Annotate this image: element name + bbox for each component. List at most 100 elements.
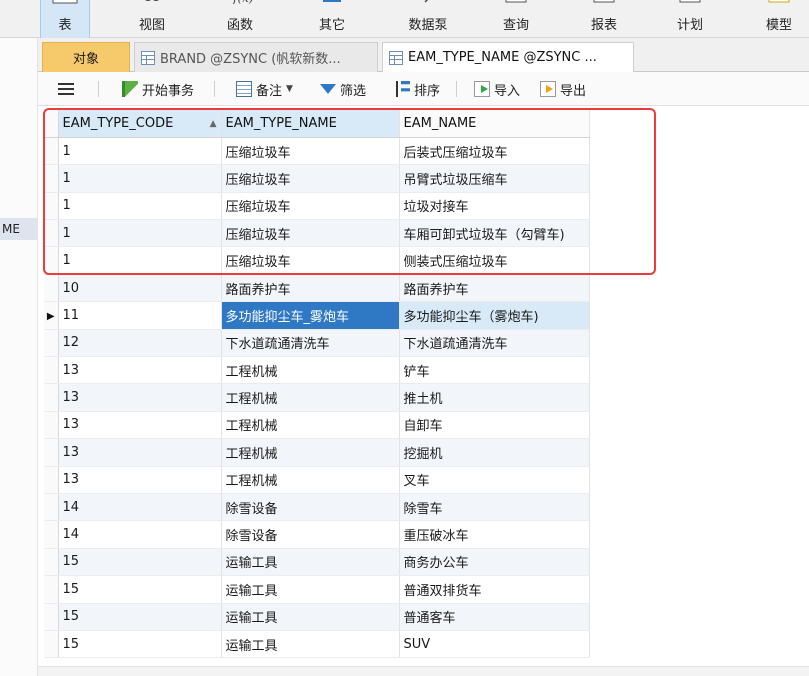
table-cell-eam-type-name[interactable]: 工程机械	[221, 383, 400, 412]
row-header[interactable]	[44, 329, 59, 358]
table-row[interactable]: 13 工程机械 铲车	[44, 356, 590, 385]
table-cell-eam-type-code[interactable]: 15	[58, 575, 222, 604]
sort-ascending-icon[interactable]: ▲	[210, 119, 217, 129]
table-cell-eam-type-name[interactable]: 运输工具	[221, 548, 400, 577]
row-header[interactable]	[44, 630, 59, 659]
table-cell-eam-type-code[interactable]: 1	[58, 164, 222, 193]
table-cell-eam-type-code[interactable]: 11	[58, 301, 222, 330]
table-cell-eam-type-name[interactable]: 运输工具	[221, 603, 400, 631]
ribbon-item-other[interactable]: 其它	[306, 0, 358, 38]
row-header[interactable]	[44, 356, 59, 385]
row-header[interactable]	[44, 137, 59, 166]
table-cell-eam-name[interactable]: 侧装式压缩垃圾车	[399, 246, 590, 275]
table-cell-eam-type-name[interactable]: 工程机械	[221, 466, 400, 494]
table-cell-eam-name[interactable]: 多功能抑尘车（雾炮车)	[399, 301, 590, 330]
table-cell-eam-name[interactable]: 商务办公车	[399, 548, 590, 577]
tab-objects[interactable]: 对象	[42, 42, 130, 72]
ribbon-item-table[interactable]: 表	[40, 0, 90, 38]
table-cell-eam-type-code[interactable]: 1	[58, 137, 222, 166]
table-cell-eam-name[interactable]: 铲车	[399, 356, 590, 385]
table-cell-eam-type-code[interactable]: 12	[58, 329, 222, 358]
table-cell-eam-type-name[interactable]: 除雪设备	[221, 493, 400, 522]
table-row[interactable]: 15 运输工具 SUV	[44, 630, 590, 659]
table-cell-eam-type-name[interactable]: 压缩垃圾车	[221, 219, 400, 248]
table-row[interactable]: 13 工程机械 自卸车	[44, 411, 590, 440]
table-cell-eam-type-code[interactable]: 15	[58, 548, 222, 577]
filter-button[interactable]: 筛选	[320, 72, 366, 106]
table-cell-eam-name[interactable]: 普通客车	[399, 603, 590, 631]
table-cell-eam-type-name[interactable]: 工程机械	[221, 411, 400, 440]
table-cell-eam-name[interactable]: 除雪车	[399, 493, 590, 522]
table-cell-eam-type-code[interactable]: 13	[58, 411, 222, 440]
row-header[interactable]	[44, 246, 59, 275]
table-cell-eam-type-name[interactable]: 下水道疏通清洗车	[221, 329, 400, 358]
menu-button[interactable]	[58, 72, 74, 106]
table-cell-eam-type-name[interactable]: 除雪设备	[221, 520, 400, 549]
table-cell-eam-type-code[interactable]: 1	[58, 246, 222, 275]
ribbon-item-query[interactable]: 查询	[490, 0, 542, 38]
ribbon-item-view[interactable]: 视图	[128, 0, 176, 38]
row-header[interactable]	[44, 603, 59, 631]
table-cell-eam-name[interactable]: 吊臂式垃圾压缩车	[399, 164, 590, 193]
table-cell-eam-type-code[interactable]: 10	[58, 274, 222, 303]
row-header[interactable]	[44, 219, 59, 248]
table-row[interactable]: 1 压缩垃圾车 吊臂式垃圾压缩车	[44, 164, 590, 193]
column-header-eam-type-code[interactable]: EAM_TYPE_CODE ▲	[58, 110, 222, 138]
table-row[interactable]: 12 下水道疏通清洗车 下水道疏通清洗车	[44, 329, 590, 358]
table-cell-eam-type-code[interactable]: 15	[58, 630, 222, 659]
table-row[interactable]: 14 除雪设备 除雪车	[44, 493, 590, 522]
begin-transaction-button[interactable]: 开始事务	[122, 72, 194, 106]
table-row[interactable]: 13 工程机械 挖掘机	[44, 438, 590, 467]
table-cell-eam-name[interactable]: 下水道疏通清洗车	[399, 329, 590, 358]
table-cell-eam-type-code[interactable]: 13	[58, 466, 222, 494]
table-cell-eam-type-code[interactable]: 15	[58, 603, 222, 631]
table-cell-eam-name[interactable]: 挖掘机	[399, 438, 590, 467]
export-button[interactable]: 导出	[540, 72, 586, 106]
row-header[interactable]	[44, 383, 59, 412]
table-cell-eam-type-name[interactable]: 压缩垃圾车	[221, 164, 400, 193]
table-row[interactable]: 1 压缩垃圾车 垃圾对接车	[44, 192, 590, 221]
row-header[interactable]	[44, 520, 59, 549]
table-row[interactable]: 15 运输工具 普通双排货车	[44, 575, 590, 604]
table-cell-eam-type-code[interactable]: 13	[58, 383, 222, 412]
table-cell-eam-type-name[interactable]: 运输工具	[221, 630, 400, 659]
ribbon-item-data-pump[interactable]: 数据泵	[398, 0, 458, 38]
ribbon-item-report[interactable]: 报表	[578, 0, 630, 38]
tab-brand-table[interactable]: BRAND @ZSYNC (帆软新数...	[134, 42, 378, 72]
navigation-selected-item[interactable]: ME	[0, 218, 38, 240]
row-header[interactable]	[44, 164, 59, 193]
table-cell-eam-type-name[interactable]: 压缩垃圾车	[221, 246, 400, 275]
ribbon-item-model[interactable]: 模型	[752, 0, 806, 38]
table-cell-eam-name[interactable]: 重压破冰车	[399, 520, 590, 549]
column-header-eam-type-name[interactable]: EAM_TYPE_NAME	[221, 110, 400, 138]
table-cell-eam-type-name[interactable]: 压缩垃圾车	[221, 192, 400, 221]
table-cell-eam-type-code[interactable]: 13	[58, 438, 222, 467]
table-row[interactable]: 1 压缩垃圾车 侧装式压缩垃圾车	[44, 246, 590, 275]
ribbon-item-schedule[interactable]: 计划	[664, 0, 716, 38]
table-cell-eam-name[interactable]: 普通双排货车	[399, 575, 590, 604]
table-cell-eam-type-name[interactable]: 工程机械	[221, 356, 400, 385]
import-button[interactable]: 导入	[474, 72, 520, 106]
table-row[interactable]: ▶ 11 多功能抑尘车_雾炮车 多功能抑尘车（雾炮车)	[44, 301, 590, 330]
table-cell-eam-type-code[interactable]: 13	[58, 356, 222, 385]
row-header[interactable]: ▶	[44, 301, 59, 330]
table-cell-eam-type-name[interactable]: 多功能抑尘车_雾炮车	[221, 301, 400, 330]
row-header[interactable]	[44, 192, 59, 221]
table-cell-eam-name[interactable]: 后装式压缩垃圾车	[399, 137, 590, 166]
table-cell-eam-type-name[interactable]: 工程机械	[221, 438, 400, 467]
table-cell-eam-type-code[interactable]: 14	[58, 493, 222, 522]
row-header[interactable]	[44, 466, 59, 494]
table-cell-eam-type-name[interactable]: 压缩垃圾车	[221, 137, 400, 166]
table-cell-eam-name[interactable]: SUV	[399, 630, 590, 659]
sort-button[interactable]: 排序	[396, 72, 440, 106]
table-cell-eam-type-name[interactable]: 运输工具	[221, 575, 400, 604]
table-cell-eam-name[interactable]: 推土机	[399, 383, 590, 412]
table-row[interactable]: 13 工程机械 推土机	[44, 383, 590, 412]
table-cell-eam-type-name[interactable]: 路面养护车	[221, 274, 400, 303]
row-header[interactable]	[44, 548, 59, 577]
table-row[interactable]: 14 除雪设备 重压破冰车	[44, 520, 590, 549]
row-header[interactable]	[44, 575, 59, 604]
ribbon-item-function[interactable]: f(x) 函数	[216, 0, 264, 38]
table-row[interactable]: 1 压缩垃圾车 车厢可卸式垃圾车（勾臂车)	[44, 219, 590, 248]
tab-eam-type-name-table[interactable]: EAM_TYPE_NAME @ZSYNC ...	[382, 42, 634, 72]
